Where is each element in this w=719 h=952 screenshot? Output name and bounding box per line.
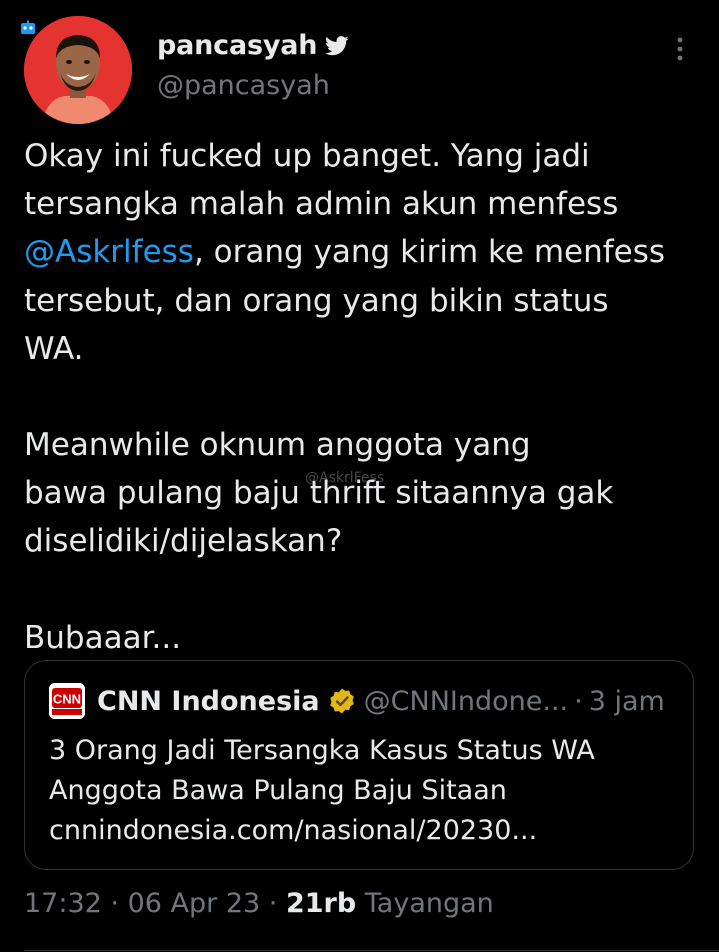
tweet-text-line: @Askrlfess, orang yang kirim ke menfess [24,228,704,276]
tweet-time[interactable]: 17:32 [24,888,102,919]
tweet-text-line: WA. [24,330,84,367]
tweet-date[interactable]: 06 Apr 23 [128,888,261,919]
tweet-text: Okay ini fucked up banget. Yang jadi ter… [24,132,704,662]
mention-link[interactable]: @Askrlfess [24,234,194,270]
tweet-meta: 17:32 · 06 Apr 23 · 21rb Tayangan [24,888,494,919]
views-label[interactable]: Tayangan [365,888,494,919]
watermark: @AskrlFess [305,470,385,486]
quoted-link-text[interactable]: cnnindonesia.com/nasional/20230... [49,811,669,851]
tweet-text-line: tersebut, dan orang yang bikin status [24,282,609,319]
avatar-portrait-icon [24,16,132,124]
corner-badge-icon [21,20,35,34]
author-name-row[interactable]: pancasyah [157,30,349,61]
gold-verified-icon [329,688,354,714]
quoted-text-line: Anggota Bawa Pulang Baju Sitaan [49,775,507,806]
tweet-text-line: diselidiki/dijelaskan? [24,523,343,560]
quoted-tweet-time[interactable]: 3 jam [589,686,665,717]
tweet-text-segment: , orang yang kirim ke menfess [193,234,666,271]
avatar[interactable] [24,16,132,124]
quoted-author-name[interactable]: CNN Indonesia [97,686,320,717]
tweet-text-line: Meanwhile oknum anggota yang [24,427,531,464]
divider [24,950,719,951]
tweet-text-line: Bubaaar... [24,619,182,656]
views-count[interactable]: 21rb [286,888,356,919]
separator-dot: · [574,685,583,717]
bird-icon [325,35,349,55]
svg-text:CNN: CNN [53,692,81,707]
cnn-logo-icon: CNN [49,683,85,719]
quoted-tweet-header: CNN CNN Indonesia @CNNIndone... · 3 jam [49,683,665,719]
quoted-author-handle[interactable]: @CNNIndone... [364,686,568,717]
tweet-text-line: tersangka malah admin akun menfess [24,186,619,223]
separator-dot: · [110,888,119,919]
author-handle[interactable]: @pancasyah [157,70,330,101]
quoted-text-line: 3 Orang Jadi Tersangka Kasus Status WA [49,735,595,766]
quoted-tweet-card[interactable]: CNN CNN Indonesia @CNNIndone... · 3 jam … [24,660,694,870]
quoted-tweet-text: 3 Orang Jadi Tersangka Kasus Status WA A… [49,731,669,851]
more-vertical-icon[interactable] [668,34,692,64]
tweet-text-line: Okay ini fucked up banget. Yang jadi [24,138,590,174]
author-display-name[interactable]: pancasyah [157,30,318,61]
separator-dot: · [268,888,278,919]
